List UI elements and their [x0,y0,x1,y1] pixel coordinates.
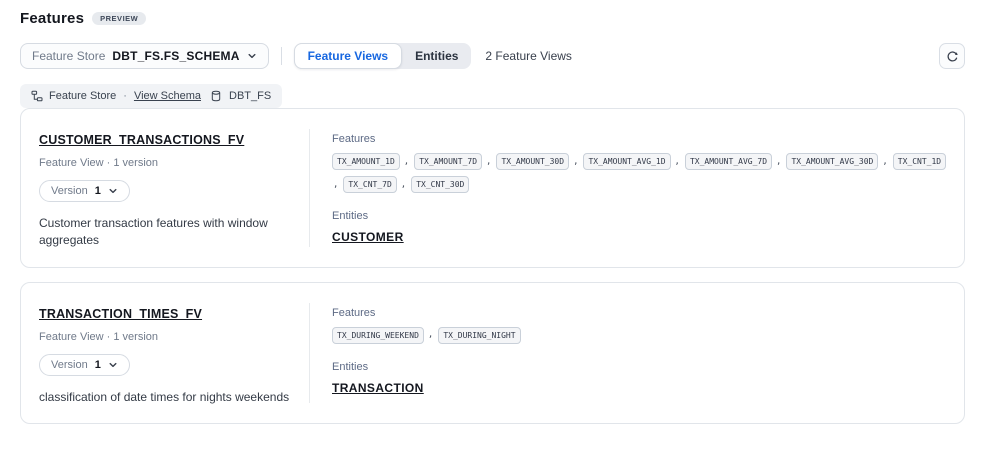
feature-view-subtitle: Feature View · 1 version [39,331,291,343]
feature-view-description: Customer transaction features with windo… [39,215,291,249]
refresh-icon [946,50,959,63]
refresh-button[interactable] [939,43,965,69]
feature-view-description: classification of date times for nights … [39,389,291,406]
version-select[interactable]: Version 1 [39,180,130,202]
entity-link-list: CUSTOMER [332,222,948,246]
feature-chip-list: TX_AMOUNT_1D, TX_AMOUNT_7D, TX_AMOUNT_30D,… [332,153,948,193]
chip-separator: , [401,180,406,190]
feature-chip: TX_AMOUNT_30D [496,153,569,170]
card-summary: TRANSACTION_TIMES_FV Feature View · 1 ve… [21,283,309,424]
feature-store-select[interactable]: Feature Store DBT_FS.FS_SCHEMA [20,43,269,69]
entities-section: Entities CUSTOMER [332,210,948,246]
feature-chip: TX_AMOUNT_AVG_7D [685,153,772,170]
feature-view-title-link[interactable]: TRANSACTION_TIMES_FV [39,307,202,321]
feature-chip-list: TX_DURING_WEEKEND, TX_DURING_NIGHT [332,327,948,344]
view-schema-link[interactable]: View Schema [134,90,201,102]
breadcrumb-separator: · [123,90,127,102]
chip-separator: , [882,157,887,167]
breadcrumb-store-name: DBT_FS [229,90,271,102]
card-details: Features TX_DURING_WEEKEND, TX_DURING_NIG… [310,283,964,424]
feature-view-title-link[interactable]: CUSTOMER_TRANSACTIONS_FV [39,133,244,147]
breadcrumb-label: Feature Store [49,90,116,102]
chip-separator: , [573,157,578,167]
chevron-down-icon [247,51,257,61]
feature-chip: TX_AMOUNT_1D [332,153,400,170]
preview-badge: PREVIEW [92,12,146,26]
entities-section-label: Entities [332,361,948,373]
feature-chip: TX_CNT_7D [343,176,396,193]
feature-views-count: 2 Feature Views [485,49,572,63]
version-select[interactable]: Version 1 [39,354,130,376]
feature-store-icon [31,90,43,102]
feature-store-select-label: Feature Store [32,49,105,63]
chip-separator: , [776,157,781,167]
tab-feature-views[interactable]: Feature Views [294,43,402,69]
feature-view-subtitle: Feature View · 1 version [39,157,291,169]
feature-store-select-value: DBT_FS.FS_SCHEMA [112,49,239,63]
database-icon [210,90,222,102]
chip-separator: , [675,157,680,167]
feature-chip: TX_CNT_30D [411,176,469,193]
card-summary: CUSTOMER_TRANSACTIONS_FV Feature View · … [21,109,309,267]
chip-separator: , [333,180,338,190]
feature-chip: TX_CNT_1D [893,153,946,170]
feature-chip: TX_AMOUNT_7D [414,153,482,170]
entities-section: Entities TRANSACTION [332,361,948,397]
page-header: Features PREVIEW [0,0,985,27]
toolbar: Feature Store DBT_FS.FS_SCHEMA Feature V… [20,43,965,69]
feature-chip: TX_AMOUNT_AVG_30D [786,153,878,170]
feature-view-card: CUSTOMER_TRANSACTIONS_FV Feature View · … [20,108,965,268]
version-value: 1 [95,185,101,197]
feature-view-card: TRANSACTION_TIMES_FV Feature View · 1 ve… [20,282,965,425]
breadcrumb: Feature Store · View Schema DBT_FS [20,84,282,108]
features-section-label: Features [332,133,948,145]
chevron-down-icon [108,186,118,196]
entity-link-list: TRANSACTION [332,373,948,397]
entities-section-label: Entities [332,210,948,222]
feature-chip: TX_DURING_NIGHT [438,327,520,344]
version-label: Version [51,359,88,371]
version-label: Version [51,185,88,197]
entity-link[interactable]: CUSTOMER [332,230,404,244]
chip-separator: , [428,330,433,340]
features-section-label: Features [332,307,948,319]
page-title: Features [20,10,84,27]
toolbar-divider [281,47,282,65]
chevron-down-icon [108,360,118,370]
card-details: Features TX_AMOUNT_1D,TX_AMOUNT_7D,TX_AM… [310,109,964,267]
entity-link[interactable]: TRANSACTION [332,381,424,395]
feature-chip: TX_DURING_WEEKEND [332,327,424,344]
chip-separator: , [404,157,409,167]
version-value: 1 [95,359,101,371]
chip-separator: , [486,157,491,167]
view-tab-group: Feature Views Entities [294,43,472,69]
feature-chip: TX_AMOUNT_AVG_1D [583,153,670,170]
tab-entities[interactable]: Entities [402,43,471,69]
